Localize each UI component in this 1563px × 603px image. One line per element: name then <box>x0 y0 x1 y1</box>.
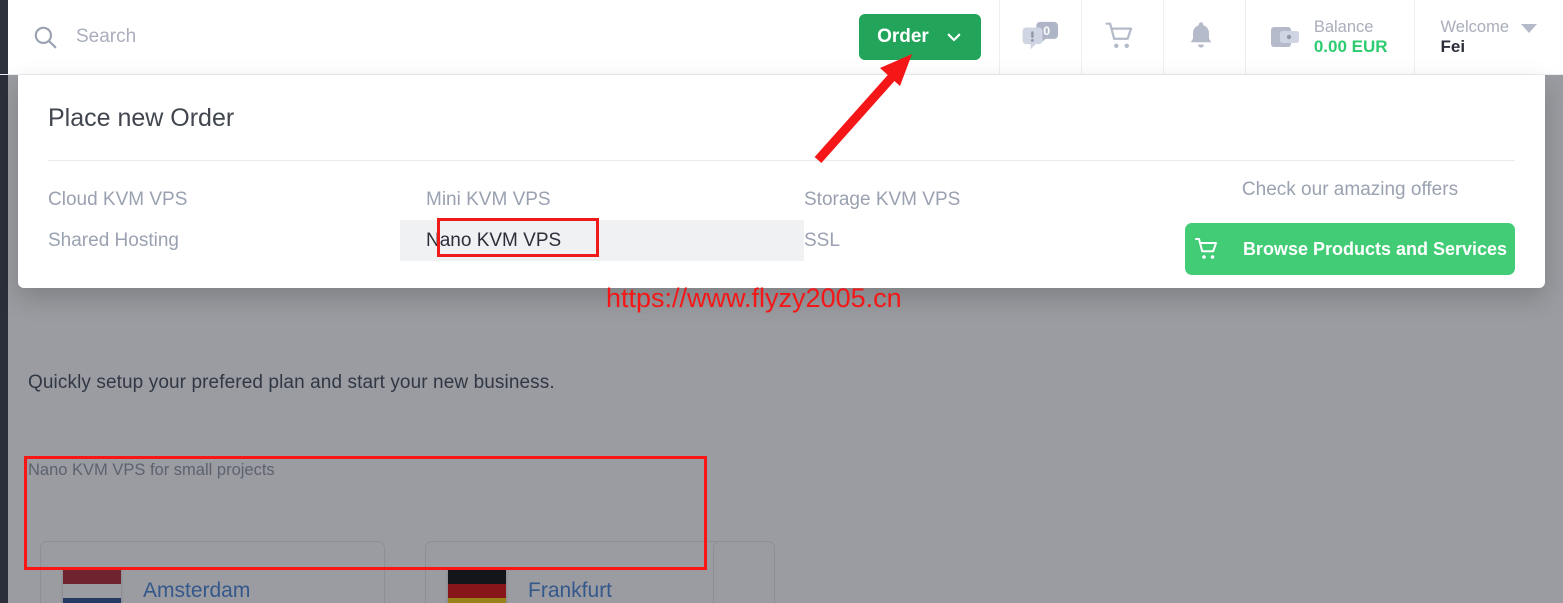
wallet-icon <box>1270 24 1300 50</box>
location-name-amsterdam: Amsterdam <box>143 579 251 602</box>
support-badge-count: 0 <box>1044 24 1051 38</box>
balance-label: Balance <box>1313 17 1374 36</box>
location-name-frankfurt: Frankfurt <box>528 579 613 602</box>
header-sidebar-rail <box>0 0 8 74</box>
user-menu[interactable]: Welcome Fei <box>1413 0 1563 74</box>
user-welcome-label: Welcome <box>1440 17 1509 36</box>
dropdown-columns: Cloud KVM VPS Shared Hosting Mini KVM VP… <box>48 179 1515 275</box>
location-card-amsterdam[interactable]: Amsterdam <box>40 541 385 603</box>
cart-button[interactable] <box>1080 0 1163 74</box>
top-header-bar: Order 0 <box>0 0 1563 75</box>
menu-item-mini-kvm-vps[interactable]: Mini KVM VPS <box>400 179 804 220</box>
browse-products-button[interactable]: Browse Products and Services <box>1185 223 1515 275</box>
dropdown-column-2: Mini KVM VPS Nano KVM VPS <box>400 179 804 261</box>
menu-item-cloud-kvm-vps[interactable]: Cloud KVM VPS <box>22 179 426 220</box>
support-chat-button[interactable]: 0 <box>998 0 1081 74</box>
section-label-nano-vps: Nano KVM VPS for small projects <box>28 461 275 479</box>
location-card-partial[interactable] <box>713 541 775 603</box>
page-subtitle: Quickly setup your prefered plan and sta… <box>28 372 555 393</box>
notifications-button[interactable] <box>1162 0 1245 74</box>
order-button-label: Order <box>877 26 929 47</box>
promo-label: Check our amazing offers <box>1241 179 1459 200</box>
menu-item-ssl[interactable]: SSL <box>778 220 1182 261</box>
shopping-cart-icon <box>1193 236 1221 262</box>
notification-bell-icon <box>1186 20 1222 54</box>
user-name: Fei <box>1440 36 1466 56</box>
search-area <box>8 0 859 74</box>
user-text: Welcome Fei <box>1441 17 1509 58</box>
balance-text: Balance 0.00 EUR <box>1314 17 1388 58</box>
balance-value: 0.00 EUR <box>1313 36 1388 56</box>
balance-widget[interactable]: Balance 0.00 EUR <box>1244 0 1414 74</box>
browse-products-button-label: Browse Products and Services <box>1242 238 1508 259</box>
order-button[interactable]: Order <box>859 14 981 60</box>
menu-item-storage-kvm-vps[interactable]: Storage KVM VPS <box>778 179 1182 220</box>
menu-item-shared-hosting[interactable]: Shared Hosting <box>22 220 426 261</box>
netherlands-flag-icon <box>63 569 121 603</box>
dropdown-promo: Check our amazing offers Browse Products… <box>1185 179 1515 275</box>
dropdown-divider <box>48 160 1515 161</box>
chevron-down-icon <box>945 28 963 46</box>
dropdown-column-1: Cloud KVM VPS Shared Hosting <box>48 179 426 261</box>
left-sidebar-rail <box>0 0 8 603</box>
caret-down-icon <box>1521 24 1537 33</box>
search-icon <box>32 24 58 50</box>
shopping-cart-icon <box>1104 20 1140 54</box>
menu-item-nano-kvm-vps[interactable]: Nano KVM VPS <box>400 220 804 261</box>
dropdown-title: Place new Order <box>48 104 235 132</box>
dropdown-column-3: Storage KVM VPS SSL <box>804 179 1182 261</box>
screenshot-root: Quickly setup your prefered plan and sta… <box>0 0 1563 603</box>
watermark-url: https://www.flyzy2005.cn <box>606 283 902 313</box>
germany-flag-icon <box>448 569 506 603</box>
order-dropdown-panel: Place new Order Cloud KVM VPS Shared Hos… <box>18 75 1545 288</box>
support-chat-icon: 0 <box>1022 20 1059 54</box>
search-input[interactable] <box>76 17 636 57</box>
